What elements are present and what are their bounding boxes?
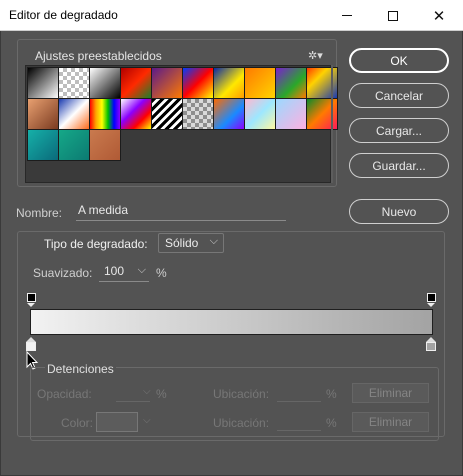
ok-button[interactable]: OK <box>349 48 449 73</box>
opacity-unit: % <box>156 387 167 401</box>
location-unit-opacity: % <box>326 387 337 401</box>
chevron-down-icon[interactable]: ⌵ <box>138 264 146 277</box>
location-unit-color: % <box>326 416 337 430</box>
delete-color-stop-button[interactable]: Eliminar <box>352 412 429 432</box>
preset-swatch[interactable] <box>275 67 307 99</box>
minimize-icon[interactable] <box>324 0 370 31</box>
chevron-down-icon: ⌵ <box>209 235 218 247</box>
presets-panel: Ajustes preestablecidos ✲▾ <box>17 39 338 187</box>
color-stop-left[interactable] <box>26 342 36 351</box>
preset-swatch[interactable] <box>89 129 121 161</box>
gradient-preview-bar[interactable] <box>30 309 433 335</box>
color-label: Color: <box>61 416 94 430</box>
gradient-editor-dialog: Ajustes preestablecidos ✲▾ OK Cancelar C… <box>0 31 463 476</box>
opacity-stop-right[interactable] <box>427 293 436 302</box>
stop-color-swatch[interactable] <box>96 412 138 432</box>
presets-title: Ajustes preestablecidos <box>35 49 162 63</box>
preset-swatch[interactable] <box>213 98 245 130</box>
preset-swatch[interactable] <box>213 67 245 99</box>
delete-opacity-stop-button[interactable]: Eliminar <box>352 383 429 403</box>
stops-title: Detenciones <box>45 362 116 376</box>
preset-swatch[interactable] <box>58 98 90 130</box>
maximize-icon[interactable] <box>370 0 416 31</box>
gradient-type-select[interactable]: Sólido ⌵ <box>158 233 224 253</box>
preset-swatch[interactable] <box>89 67 121 99</box>
preset-swatch[interactable] <box>182 67 214 99</box>
close-icon[interactable]: ✕ <box>416 0 462 31</box>
name-label: Nombre: <box>16 206 63 220</box>
smoothness-label: Suavizado: <box>33 266 93 280</box>
gradient-type-value: Sólido <box>165 236 199 250</box>
smoothness-unit: % <box>156 266 167 280</box>
name-field[interactable]: A medida <box>76 203 286 221</box>
preset-swatch[interactable] <box>244 67 276 99</box>
preset-swatch[interactable] <box>58 67 90 99</box>
preset-swatch[interactable] <box>275 98 307 130</box>
location-label-color: Ubicación: <box>213 416 270 430</box>
gear-icon[interactable]: ✲▾ <box>308 49 323 62</box>
save-button[interactable]: Guardar... <box>349 153 449 178</box>
opacity-stop-left[interactable] <box>27 293 36 302</box>
opacity-stop-right-pointer <box>427 303 435 307</box>
load-button[interactable]: Cargar... <box>349 118 449 143</box>
preset-swatch[interactable] <box>244 98 276 130</box>
location-field-opacity[interactable] <box>277 386 321 402</box>
location-field-color[interactable] <box>277 415 321 431</box>
opacity-stop-left-pointer <box>27 303 35 307</box>
preset-swatch[interactable] <box>120 67 152 99</box>
preset-swatch[interactable] <box>306 67 338 99</box>
preset-swatch[interactable] <box>27 67 59 99</box>
smoothness-input[interactable]: 100 ⌵ <box>99 264 149 282</box>
preset-swatch[interactable] <box>27 129 59 161</box>
opacity-dropdown-icon[interactable]: ⌵ <box>143 386 151 397</box>
color-stop-right[interactable] <box>426 342 436 351</box>
color-dropdown-icon[interactable]: ⌵ <box>143 415 151 426</box>
window-title: Editor de degradado <box>9 8 118 22</box>
preset-swatch[interactable] <box>58 129 90 161</box>
preset-swatch[interactable] <box>151 98 183 130</box>
new-button[interactable]: Nuevo <box>349 199 449 224</box>
presets-scrollbar[interactable] <box>331 65 333 183</box>
preset-swatch[interactable] <box>182 98 214 130</box>
preset-swatch[interactable] <box>306 98 338 130</box>
gradient-type-label: Tipo de degradado: <box>44 237 148 251</box>
preset-swatch[interactable] <box>27 98 59 130</box>
opacity-label: Opacidad: <box>37 387 92 401</box>
title-bar: Editor de degradado ✕ <box>0 0 463 31</box>
cancel-button[interactable]: Cancelar <box>349 83 449 108</box>
preset-swatch[interactable] <box>89 98 121 130</box>
smoothness-value: 100 <box>104 264 125 278</box>
location-label-opacity: Ubicación: <box>213 387 270 401</box>
preset-swatch-grid <box>25 65 338 183</box>
preset-swatch[interactable] <box>120 98 152 130</box>
preset-swatch[interactable] <box>151 67 183 99</box>
